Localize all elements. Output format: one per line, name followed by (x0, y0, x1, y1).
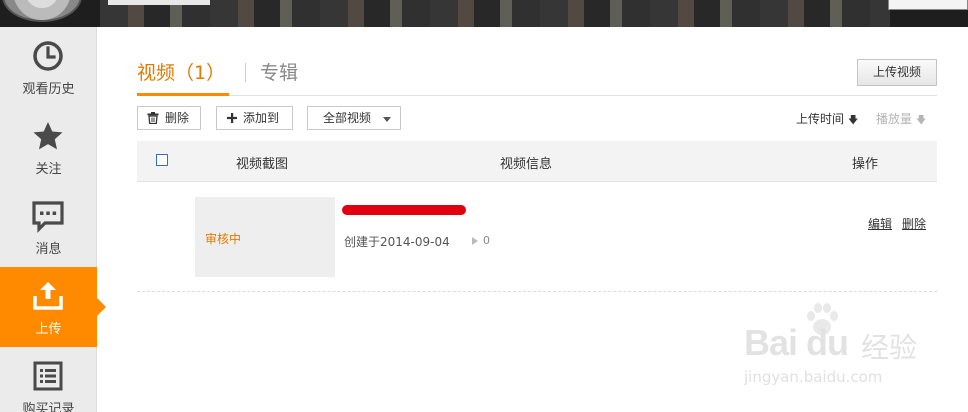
arrow-down-icon: 🡇 (848, 115, 859, 126)
delete-button-label: 删除 (165, 111, 190, 125)
search-input[interactable] (888, 0, 968, 10)
sort-plays-label: 播放量 (876, 112, 913, 126)
sidebar-item-label: 消息 (35, 242, 62, 257)
play-count-value: 0 (483, 234, 490, 247)
video-thumbnail[interactable]: 审核中 (195, 197, 335, 277)
watermark-cn: 经验 (861, 331, 918, 364)
arrow-down-icon: 🡇 (916, 115, 927, 126)
trash-icon (147, 112, 159, 124)
tab-underline (137, 95, 937, 96)
sidebar-item-label: 上传 (35, 322, 62, 337)
video-filter-label: 全部视频 (323, 111, 372, 125)
add-to-button[interactable]: 添加到 (216, 106, 293, 130)
table-header: 视频截图 视频信息 操作 (137, 141, 937, 182)
clock-icon (33, 41, 63, 71)
tab-divider (245, 63, 246, 82)
sidebar-item-upload[interactable]: 上传 (0, 267, 106, 347)
add-to-button-label: 添加到 (243, 111, 280, 125)
sidebar: 观看历史 关注 消息 上传 购买记录 (0, 27, 106, 412)
upload-icon (33, 282, 63, 310)
header-block (108, 0, 210, 5)
column-header-info: 视频信息 (500, 157, 553, 172)
review-status: 审核中 (205, 232, 242, 246)
sidebar-item-history[interactable]: 观看历史 (0, 27, 97, 107)
column-header-screenshot: 视频截图 (236, 157, 289, 172)
sidebar-item-follow[interactable]: 关注 (0, 107, 97, 187)
play-icon (472, 237, 478, 245)
watermark-logo: Bai du (744, 322, 849, 363)
select-all-checkbox[interactable] (156, 154, 168, 166)
column-header-actions: 操作 (852, 157, 879, 172)
list-icon (33, 361, 63, 391)
sidebar-item-purchases[interactable]: 购买记录 (0, 347, 97, 412)
delete-link[interactable]: 删除 (902, 215, 926, 232)
star-icon (33, 122, 63, 150)
plus-icon (227, 113, 237, 123)
table-row: 审核中 创建于2014-09-04 0 编辑 删除 (137, 182, 937, 292)
video-play-count: 0 (472, 234, 490, 247)
top-banner (0, 0, 968, 27)
sidebar-item-messages[interactable]: 消息 (0, 187, 97, 267)
sidebar-item-label: 关注 (35, 162, 62, 177)
video-created-date: 创建于2014-09-04 (344, 235, 450, 249)
delete-button[interactable]: 删除 (137, 106, 201, 130)
chevron-down-icon (383, 117, 391, 122)
tab-videos[interactable]: 视频（1） (137, 58, 225, 85)
sidebar-item-label: 购买记录 (22, 402, 75, 412)
redacted-video-title[interactable] (342, 205, 466, 215)
watermark-url: jingyan.baidu.com (744, 368, 883, 386)
video-filter-select[interactable]: 全部视频 (307, 106, 401, 130)
tab-albums[interactable]: 专辑 (260, 58, 298, 85)
edit-link[interactable]: 编辑 (868, 215, 892, 232)
sort-upload-time-label: 上传时间 (796, 112, 845, 126)
avatar[interactable] (2, 0, 82, 22)
sidebar-item-label: 观看历史 (22, 82, 75, 97)
sort-by-upload-time[interactable]: 上传时间 🡇 (796, 110, 858, 130)
sort-by-plays[interactable]: 播放量 🡇 (876, 110, 926, 130)
tab-active-indicator (137, 93, 229, 96)
upload-video-button[interactable]: 上传视频 (857, 59, 937, 86)
baidu-jingyan-watermark: Bai du 经验 jingyan.baidu.com (744, 300, 954, 390)
message-icon (32, 201, 64, 233)
banner-image-strip (100, 0, 890, 27)
